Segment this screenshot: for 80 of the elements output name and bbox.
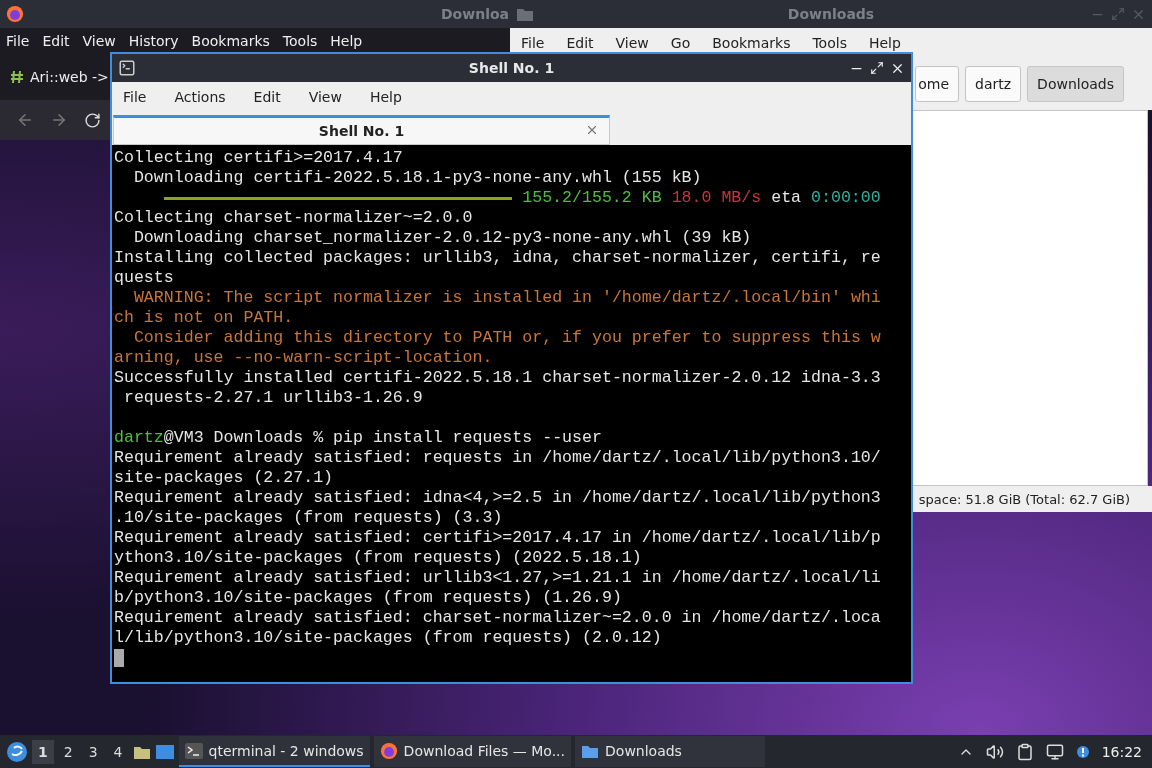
menu-item[interactable]: Edit xyxy=(566,35,594,51)
browser-tab[interactable]: Ari::web -> xyxy=(10,69,109,85)
start-menu-icon[interactable] xyxy=(6,740,28,763)
menu-item[interactable]: Tools xyxy=(812,35,847,51)
task-button[interactable]: qterminal - 2 windows xyxy=(178,736,370,767)
window-title: Shell No. 1 xyxy=(468,60,555,76)
path-button[interactable]: ome xyxy=(915,66,960,102)
notification-icon[interactable] xyxy=(1075,744,1090,759)
output-text: Requirement already satisfied: idna<4,>=2.5 in /home/dartz/.local/lib/python3 xyxy=(114,488,881,508)
menu-item[interactable]: Go xyxy=(670,35,691,51)
menu-item[interactable]: View xyxy=(615,35,649,51)
output-text: arning, use --no-warn-script-location. xyxy=(114,348,493,368)
menu-item[interactable]: Edit xyxy=(42,33,70,49)
terminal-tab[interactable]: Shell No. 1 xyxy=(113,115,610,145)
status-text: space: 51.8 GiB (Total: 62.7 GiB) xyxy=(918,491,1130,507)
output-text: Installing collected packages: urllib3, idna, charset-normalizer, certifi, re xyxy=(114,248,881,268)
output-text: @VM3 Downloads % pip install requests --user xyxy=(163,428,602,448)
folder-icon xyxy=(516,6,534,22)
terminal-icon xyxy=(118,59,136,77)
reload-icon[interactable] xyxy=(84,111,101,129)
menu-item[interactable]: Help xyxy=(330,33,363,49)
output-text: Consider adding this directory to PATH or, if you prefer to suppress this w xyxy=(132,328,881,348)
menu-item[interactable]: View xyxy=(82,33,116,49)
path-button[interactable]: dartz xyxy=(965,66,1022,102)
output-text: site-packages (2.27.1) xyxy=(114,468,334,488)
menu-item[interactable]: File xyxy=(6,33,30,49)
window-title: Downloa xyxy=(441,6,509,22)
prompt-user: dartz xyxy=(114,428,164,448)
workspace-button[interactable]: 2 xyxy=(57,739,79,764)
desktop-icon[interactable] xyxy=(154,742,175,761)
output-text: Downloading charset_normalizer-2.0.12-py3-none-any.whl (39 kB) xyxy=(132,228,752,248)
menu-item[interactable]: Help xyxy=(868,35,901,51)
menu-item[interactable]: History xyxy=(128,33,179,49)
output-text: Requirement already satisfied: charset-normalizer~=2.0.0 in /home/dartz/.loca xyxy=(114,608,881,628)
browser-logo-icon xyxy=(6,5,24,23)
output-text: requests-2.27.1 urllib3-1.26.9 xyxy=(122,388,423,408)
progress-text: 0:00:00 xyxy=(811,188,881,208)
output-text: ython3.10/site-packages (from requests) (2022.5.18.1) xyxy=(114,548,642,568)
clock: 16:22 xyxy=(1101,743,1143,760)
menu-item[interactable]: View xyxy=(308,89,342,105)
menu-item[interactable]: Edit xyxy=(253,89,281,105)
output-text: Successfully installed certifi-2022.5.18.1 charset-normalizer-2.0.12 idna-3.3 xyxy=(114,368,881,388)
workspace-button[interactable]: 3 xyxy=(82,739,104,764)
text-cursor xyxy=(114,649,124,667)
window-title: Downloads xyxy=(787,6,875,22)
clipboard-icon[interactable] xyxy=(1015,742,1034,761)
output-text: WARNING: The script normalizer is installed in '/home/dartz/.local/bin' whi xyxy=(132,288,881,308)
forward-icon[interactable] xyxy=(50,111,68,129)
task-button[interactable]: Download Files — Mo... xyxy=(373,736,572,767)
maximize-icon[interactable] xyxy=(870,60,884,75)
browser-logo-icon xyxy=(379,741,398,760)
menu-item[interactable]: File xyxy=(123,89,147,105)
output-text: Requirement already satisfied: urllib3<1.27,>=1.21.1 in /home/dartz/.local/li xyxy=(114,568,881,588)
workspace-button[interactable]: 1 xyxy=(32,739,54,764)
output-text: Requirement already satisfied: certifi>=2017.4.17 in /home/dartz/.local/lib/p xyxy=(114,528,881,548)
volume-icon[interactable] xyxy=(985,742,1004,761)
menu-item[interactable]: Actions xyxy=(174,89,226,105)
terminal-icon xyxy=(184,742,203,759)
output-text: l/lib/python3.10/site-packages (from requests) (2.0.12) xyxy=(114,628,662,648)
output-text: quests xyxy=(114,268,174,288)
progress-text: 18.0 MB/s xyxy=(671,188,762,208)
output-text: Requirement already satisfied: requests in /home/dartz/.local/lib/python3.10/ xyxy=(114,448,881,468)
output-text: Collecting charset-normalizer~=2.0.0 xyxy=(114,208,473,228)
output-text: Downloading certifi-2022.5.18.1-py3-none-any.whl (155 kB) xyxy=(132,168,702,188)
hash-icon xyxy=(10,70,24,84)
menu-item[interactable]: Tools xyxy=(282,33,318,49)
progress-text: eta xyxy=(771,188,802,208)
progress-text: 155.2/155.2 KB xyxy=(522,188,662,208)
menu-item[interactable]: Help xyxy=(369,89,402,105)
output-text: b/python3.10/site-packages (from requests) (1.26.9) xyxy=(114,588,622,608)
output-text: ch is not on PATH. xyxy=(114,308,294,328)
menu-item[interactable]: File xyxy=(521,35,545,51)
output-text: Collecting certifi>=2017.4.17 xyxy=(114,148,403,168)
menu-item[interactable]: Bookmarks xyxy=(712,35,791,51)
output-text: .10/site-packages (from requests) (3.3) xyxy=(114,508,503,528)
workspace-button[interactable]: 4 xyxy=(107,739,129,764)
path-button[interactable]: Downloads xyxy=(1027,66,1124,102)
task-button[interactable]: Downloads xyxy=(575,736,766,767)
back-icon[interactable] xyxy=(16,111,34,129)
menu-item[interactable]: Bookmarks xyxy=(191,33,270,49)
